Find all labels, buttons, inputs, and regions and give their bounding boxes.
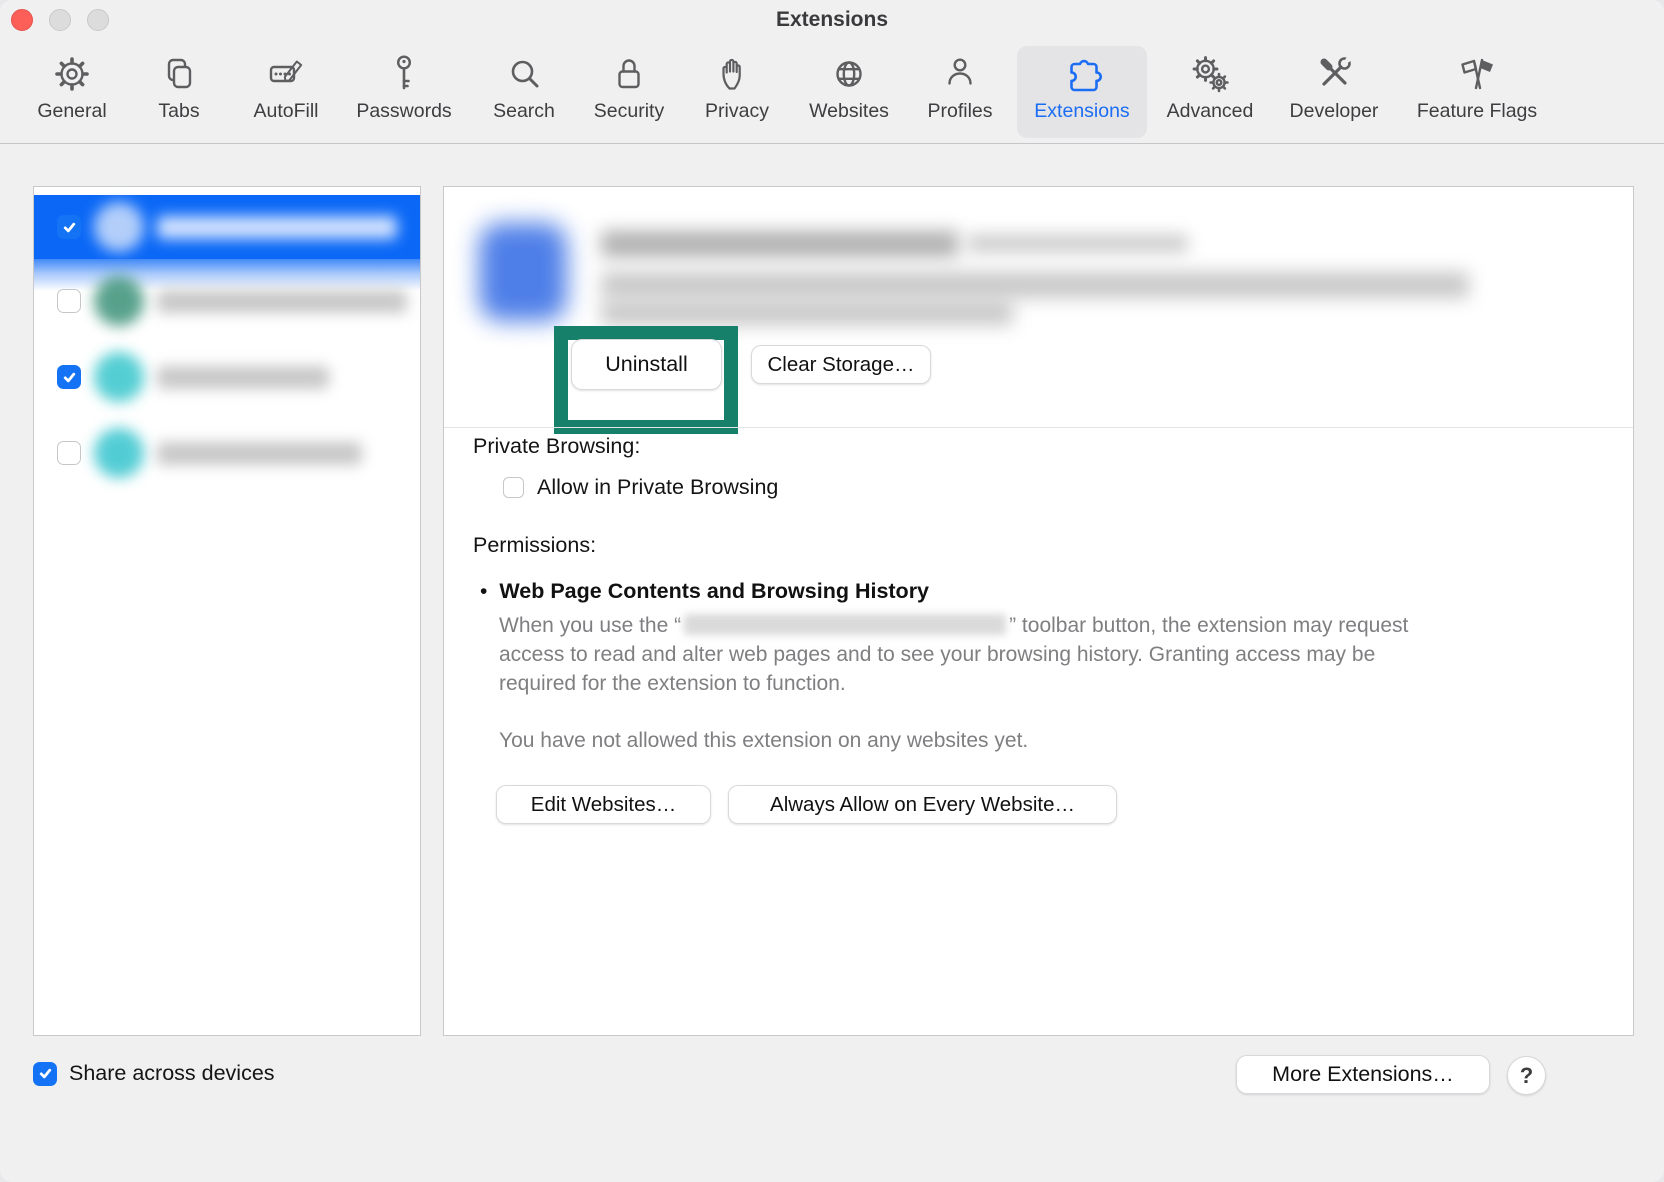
tab-developer[interactable]: Developer [1269, 46, 1399, 138]
extension-app-icon-blurred [479, 223, 567, 321]
tab-autofill[interactable]: AutoFill [221, 46, 351, 138]
tab-label: Security [594, 100, 664, 123]
extension-list-item[interactable] [34, 339, 420, 415]
extension-list-item-selected[interactable] [34, 195, 420, 259]
person-icon [937, 51, 983, 97]
extension-list-item[interactable] [34, 263, 420, 339]
extension-meta-blurred [968, 234, 1188, 253]
settings-toolbar: General Tabs AutoFill [0, 40, 1664, 144]
extension-icon-blurred [94, 276, 144, 326]
question-mark-icon: ? [1520, 1063, 1533, 1089]
tab-passwords[interactable]: Passwords [339, 46, 469, 138]
key-icon [381, 51, 427, 97]
more-extensions-button[interactable]: More Extensions… [1236, 1055, 1490, 1094]
tab-label: Search [493, 100, 555, 123]
extension-name-blurred [157, 290, 407, 313]
extension-description-blurred [601, 301, 1013, 325]
autofill-icon [263, 51, 309, 97]
tabs-icon [156, 51, 202, 97]
share-across-devices-checkbox[interactable] [33, 1062, 57, 1086]
tab-label: General [37, 100, 106, 123]
extension-enabled-checkbox[interactable] [57, 441, 81, 465]
tab-privacy[interactable]: Privacy [672, 46, 802, 138]
edit-websites-button[interactable]: Edit Websites… [496, 785, 711, 824]
permission-description: When you use the “” toolbar button, the … [499, 611, 1449, 698]
private-browsing-heading: Private Browsing: [473, 434, 640, 459]
extensions-list [33, 186, 421, 1036]
redacted-extension-name-blurred [684, 614, 1006, 635]
websites-buttons-row: Edit Websites… Always Allow on Every Web… [496, 785, 1117, 824]
permission-title: Web Page Contents and Browsing History [499, 579, 929, 604]
section-divider [444, 427, 1633, 428]
permission-description-prefix: When you use the “ [499, 614, 681, 637]
extension-detail-panel: Uninstall Clear Storage… Private Browsin… [443, 186, 1634, 1036]
extension-name-blurred [157, 442, 362, 465]
extension-enabled-checkbox[interactable] [57, 289, 81, 313]
extension-description-blurred [601, 272, 1469, 298]
tab-extensions[interactable]: Extensions [1017, 46, 1147, 138]
extension-list-item[interactable] [34, 415, 420, 491]
tab-profiles[interactable]: Profiles [895, 46, 1025, 138]
extension-enabled-checkbox[interactable] [57, 215, 81, 239]
extension-name-blurred [157, 216, 397, 239]
extension-enabled-checkbox[interactable] [57, 365, 81, 389]
titlebar: Extensions [0, 0, 1664, 40]
tab-advanced[interactable]: Advanced [1145, 46, 1275, 138]
tab-label: AutoFill [253, 100, 318, 123]
hand-icon [714, 51, 760, 97]
tab-label: Extensions [1034, 100, 1129, 123]
extension-name-blurred [157, 366, 329, 389]
safari-settings-window: Extensions General [0, 0, 1664, 1182]
allow-private-browsing-label: Allow in Private Browsing [537, 475, 778, 500]
lock-icon [606, 51, 652, 97]
share-across-devices-row: Share across devices [33, 1061, 275, 1086]
tab-label: Developer [1290, 100, 1379, 123]
tab-label: Advanced [1167, 100, 1254, 123]
globe-icon [826, 51, 872, 97]
gear-icon [49, 51, 95, 97]
tab-label: Passwords [356, 100, 451, 123]
extension-icon-blurred [94, 352, 144, 402]
always-allow-button[interactable]: Always Allow on Every Website… [728, 785, 1117, 824]
tab-label: Tabs [158, 100, 199, 123]
flags-icon [1454, 51, 1500, 97]
bullet-icon: • [480, 580, 487, 604]
tab-label: Profiles [927, 100, 992, 123]
tab-label: Feature Flags [1417, 100, 1537, 123]
puzzle-icon [1059, 51, 1105, 97]
permission-status-text: You have not allowed this extension on a… [499, 729, 1028, 753]
tab-label: Websites [809, 100, 889, 123]
window-title: Extensions [0, 8, 1664, 32]
permission-item: • Web Page Contents and Browsing History [480, 579, 929, 604]
allow-private-browsing-checkbox[interactable] [503, 477, 524, 498]
magnifier-icon [501, 51, 547, 97]
help-button[interactable]: ? [1507, 1056, 1546, 1095]
permissions-heading: Permissions: [473, 533, 596, 558]
allow-private-browsing-row: Allow in Private Browsing [503, 475, 778, 500]
extension-title-blurred [601, 231, 959, 257]
clear-storage-button[interactable]: Clear Storage… [751, 345, 931, 384]
tools-icon [1311, 51, 1357, 97]
share-across-devices-label: Share across devices [69, 1061, 275, 1086]
extension-icon-blurred [94, 202, 144, 252]
tab-label: Privacy [705, 100, 769, 123]
gears-icon [1187, 51, 1233, 97]
uninstall-button[interactable]: Uninstall [571, 339, 722, 390]
tab-feature-flags[interactable]: Feature Flags [1412, 46, 1542, 138]
extension-icon-blurred [94, 428, 144, 478]
